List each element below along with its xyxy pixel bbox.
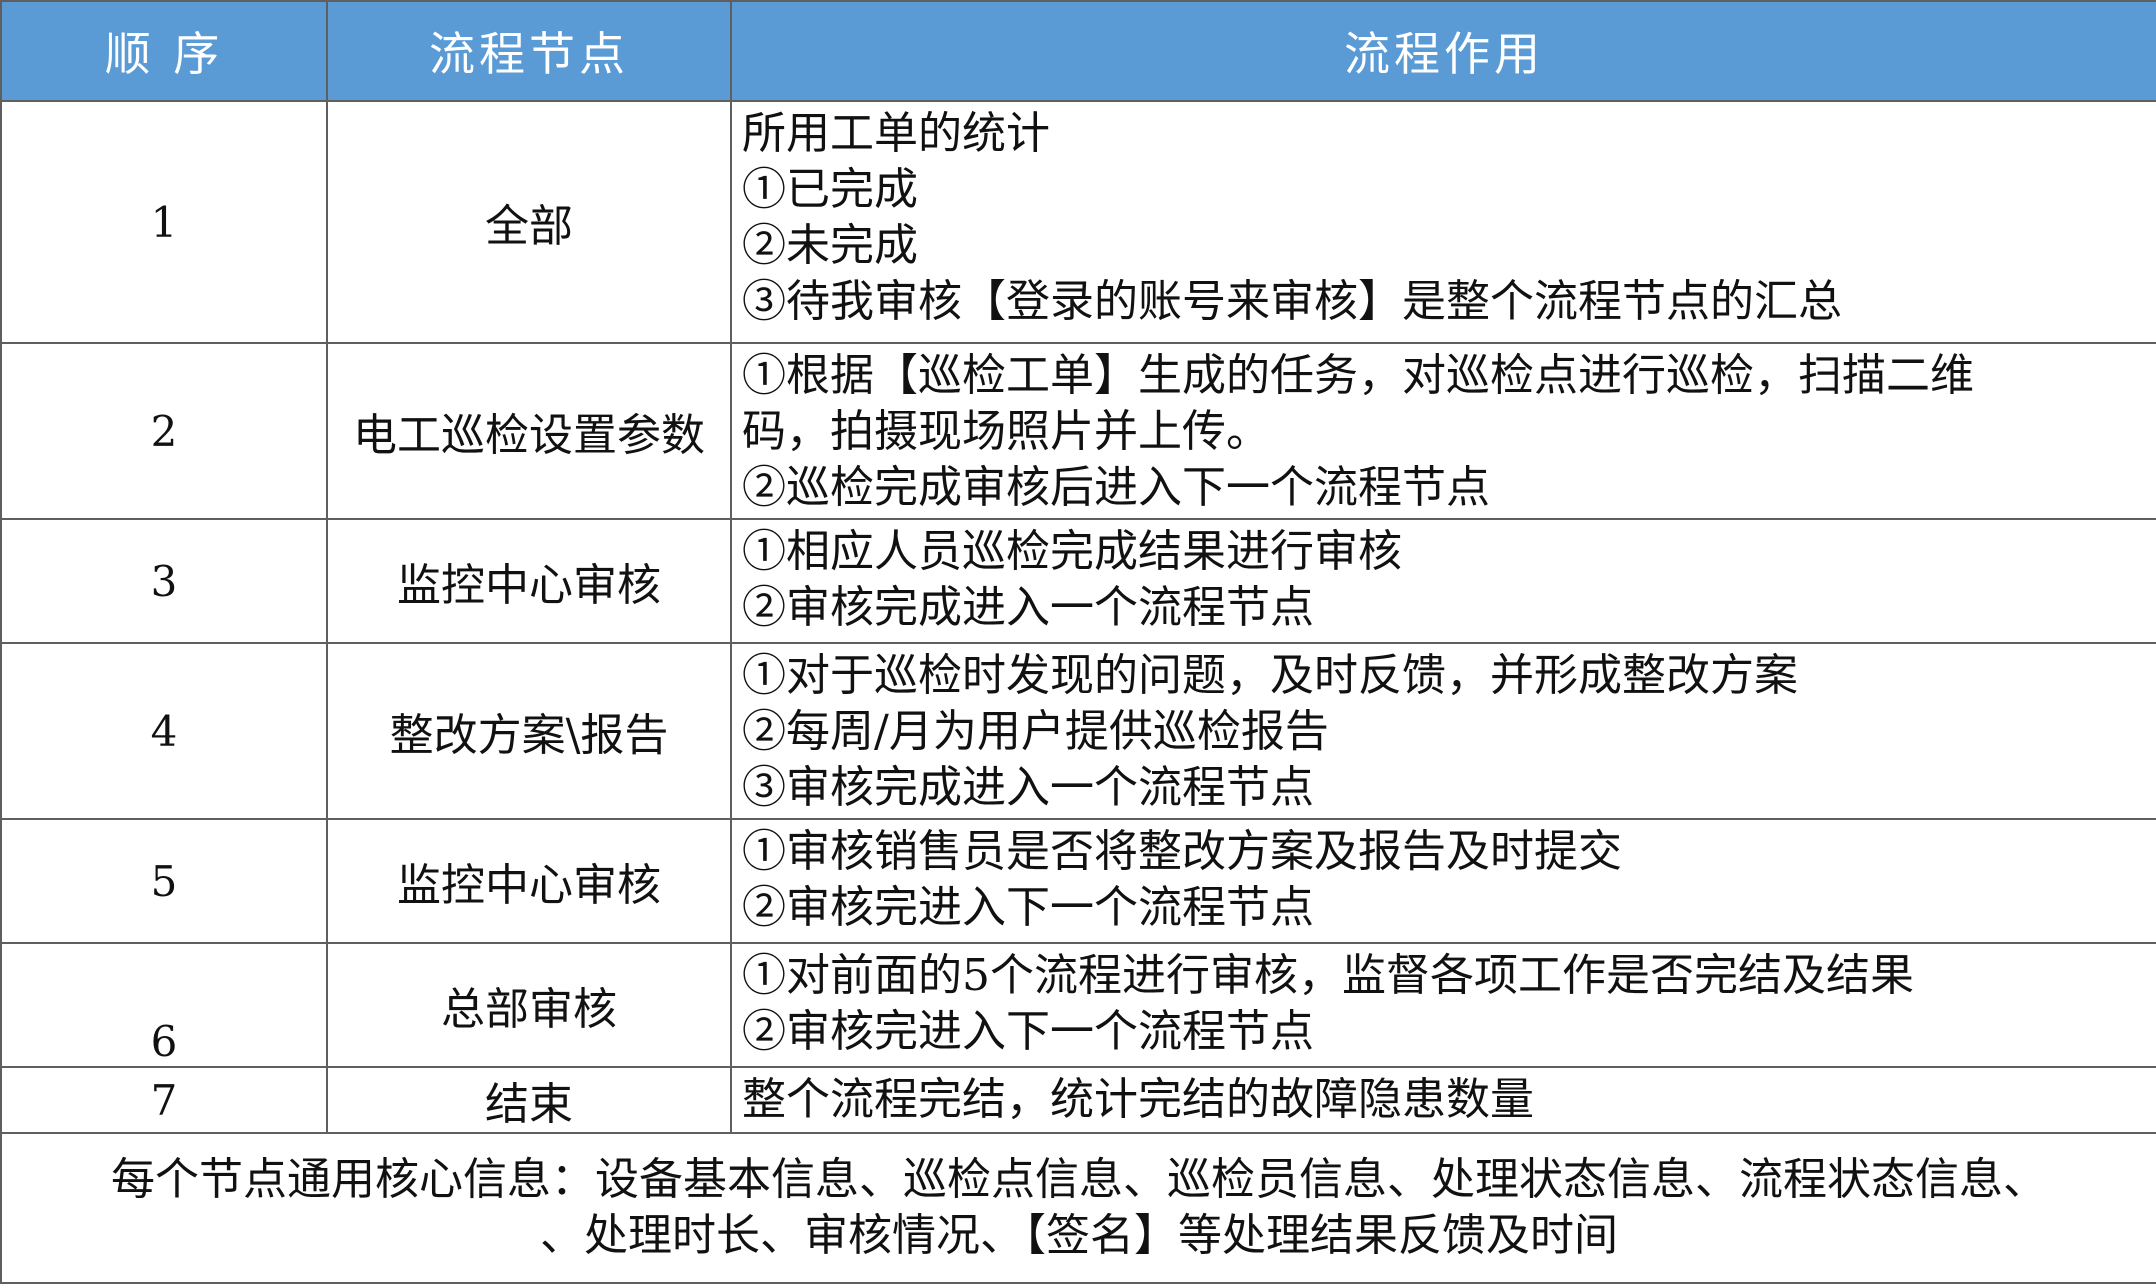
function-cell: 整个流程完结，统计完结的故障隐患数量 <box>730 1066 2156 1134</box>
node-cell: 监控中心审核 <box>326 518 732 644</box>
table-row: 3 监控中心审核 ①相应人员巡检完成结果进行审核 ②审核完成进入一个流程节点 <box>0 518 2156 644</box>
table-row: 1 全部 所用工单的统计 ①已完成 ②未完成 ③待我审核【登录的账号来审核】是整… <box>0 100 2156 344</box>
function-line: ②审核完成进入一个流程节点 <box>742 582 1314 633</box>
header-order: 顺 序 <box>0 0 328 102</box>
order-cell: 3 <box>0 518 328 644</box>
header-function: 流程作用 <box>730 0 2156 102</box>
function-line: ①对于巡检时发现的问题，及时反馈，并形成整改方案 <box>742 650 1798 701</box>
function-line: 码，拍摄现场照片并上传。 <box>742 406 1270 457</box>
order-cell: 5 <box>0 818 328 944</box>
function-line: ②审核完进入下一个流程节点 <box>742 1006 1314 1057</box>
function-line: ②审核完进入下一个流程节点 <box>742 882 1314 933</box>
function-line: ②每周/月为用户提供巡检报告 <box>742 706 1329 757</box>
table-row: 4 整改方案\报告 ①对于巡检时发现的问题，及时反馈，并形成整改方案 ②每周/月… <box>0 642 2156 820</box>
order-cell: 7 <box>0 1066 328 1134</box>
function-cell: ①相应人员巡检完成结果进行审核 ②审核完成进入一个流程节点 <box>730 518 2156 644</box>
order-cell: 2 <box>0 342 328 520</box>
function-cell: 所用工单的统计 ①已完成 ②未完成 ③待我审核【登录的账号来审核】是整个流程节点… <box>730 100 2156 344</box>
footer-row: 每个节点通用核心信息：设备基本信息、巡检点信息、巡检员信息、处理状态信息、流程状… <box>0 1132 2156 1284</box>
table-row: 6 总部审核 ①对前面的5个流程进行审核，监督各项工作是否完结及结果 ②审核完进… <box>0 942 2156 1068</box>
node-cell: 结束 <box>326 1066 732 1134</box>
footer-note: 每个节点通用核心信息：设备基本信息、巡检点信息、巡检员信息、处理状态信息、流程状… <box>0 1132 2156 1284</box>
function-line: ①审核销售员是否将整改方案及报告及时提交 <box>742 826 1622 877</box>
node-cell: 监控中心审核 <box>326 818 732 944</box>
function-cell: ①审核销售员是否将整改方案及报告及时提交 ②审核完进入下一个流程节点 <box>730 818 2156 944</box>
function-line: ①对前面的5个流程进行审核，监督各项工作是否完结及结果 <box>742 950 1914 1001</box>
table-row: 7 结束 整个流程完结，统计完结的故障隐患数量 <box>0 1066 2156 1134</box>
function-line: ②巡检完成审核后进入下一个流程节点 <box>742 462 1490 513</box>
function-cell: ①对于巡检时发现的问题，及时反馈，并形成整改方案 ②每周/月为用户提供巡检报告 … <box>730 642 2156 820</box>
order-cell: 4 <box>0 642 328 820</box>
node-cell: 全部 <box>326 100 732 344</box>
process-table: 顺 序 流程节点 流程作用 1 全部 所用工单的统计 ①已完成 ②未完成 ③待我… <box>0 0 2156 1284</box>
function-cell: ①对前面的5个流程进行审核，监督各项工作是否完结及结果 ②审核完进入下一个流程节… <box>730 942 2156 1068</box>
function-line: ③审核完成进入一个流程节点 <box>742 762 1314 813</box>
function-line: ②未完成 <box>742 220 918 271</box>
header-node: 流程节点 <box>326 0 732 102</box>
function-cell: ①根据【巡检工单】生成的任务，对巡检点进行巡检，扫描二维 码，拍摄现场照片并上传… <box>730 342 2156 520</box>
function-line: ③待我审核【登录的账号来审核】是整个流程节点的汇总 <box>742 276 1842 327</box>
function-line: 整个流程完结，统计完结的故障隐患数量 <box>742 1074 1534 1125</box>
order-cell: 1 <box>0 100 328 344</box>
footer-line: 每个节点通用核心信息：设备基本信息、巡检点信息、巡检员信息、处理状态信息、流程状… <box>111 1154 2047 1205</box>
function-line: 所用工单的统计 <box>742 108 1050 159</box>
function-line: ①相应人员巡检完成结果进行审核 <box>742 526 1402 577</box>
node-cell: 电工巡检设置参数 <box>326 342 732 520</box>
table-row: 5 监控中心审核 ①审核销售员是否将整改方案及报告及时提交 ②审核完进入下一个流… <box>0 818 2156 944</box>
function-line: ①已完成 <box>742 164 918 215</box>
function-line: ①根据【巡检工单】生成的任务，对巡检点进行巡检，扫描二维 <box>742 350 1974 401</box>
node-cell: 整改方案\报告 <box>326 642 732 820</box>
node-cell: 总部审核 <box>326 942 732 1068</box>
footer-line: 、处理时长、审核情况、【签名】等处理结果反馈及时间 <box>540 1210 1618 1261</box>
order-cell: 6 <box>0 942 328 1068</box>
table-row: 2 电工巡检设置参数 ①根据【巡检工单】生成的任务，对巡检点进行巡检，扫描二维 … <box>0 342 2156 520</box>
header-row: 顺 序 流程节点 流程作用 <box>0 0 2156 102</box>
